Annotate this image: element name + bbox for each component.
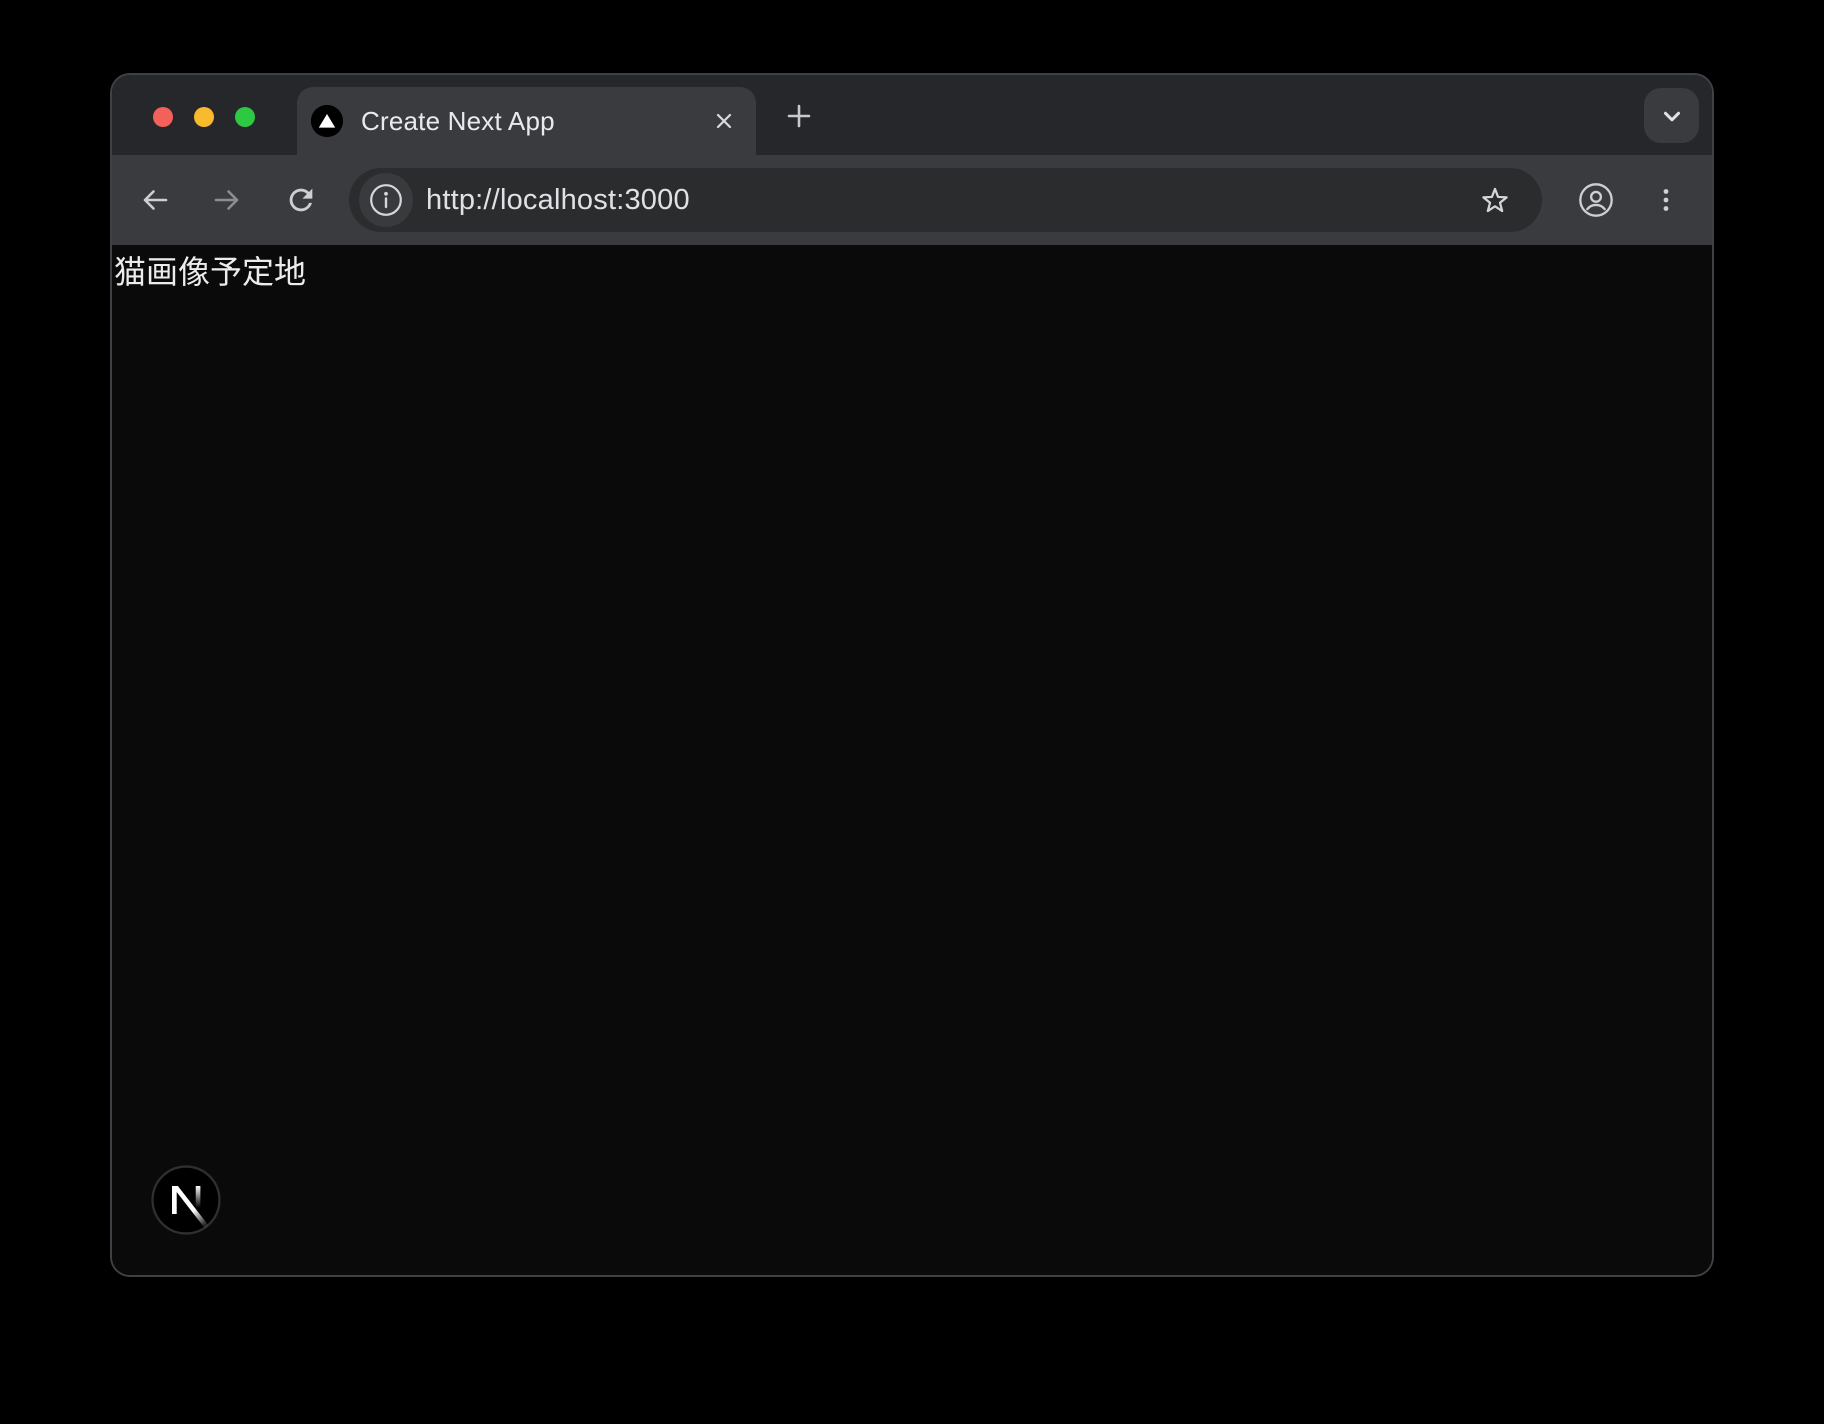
forward-arrow-icon — [210, 183, 244, 217]
url-text: http://localhost:3000 — [426, 168, 690, 232]
back-button[interactable] — [133, 178, 177, 222]
reload-icon — [284, 183, 318, 217]
new-tab-button[interactable] — [777, 94, 821, 138]
star-icon — [1477, 182, 1513, 218]
profile-button[interactable] — [1574, 178, 1618, 222]
browser-tab[interactable]: Create Next App — [297, 87, 756, 155]
browser-window: Create Next App — [112, 75, 1712, 1275]
forward-button[interactable] — [205, 178, 249, 222]
site-info-button[interactable] — [359, 173, 413, 227]
nextjs-logo-icon — [151, 1165, 221, 1235]
tab-title: Create Next App — [361, 106, 555, 137]
kebab-menu-icon — [1649, 183, 1683, 217]
info-icon — [369, 183, 403, 217]
page-content: 猫画像予定地 — [112, 245, 1712, 1275]
address-bar[interactable]: http://localhost:3000 — [349, 168, 1542, 232]
minimize-window-button[interactable] — [194, 107, 214, 127]
profile-icon — [1578, 182, 1614, 218]
bookmark-button[interactable] — [1473, 178, 1517, 222]
nextjs-devtools-button[interactable] — [151, 1165, 221, 1235]
close-icon — [713, 110, 735, 132]
back-arrow-icon — [138, 183, 172, 217]
reload-button[interactable] — [279, 178, 323, 222]
zoom-window-button[interactable] — [235, 107, 255, 127]
close-window-button[interactable] — [153, 107, 173, 127]
vercel-triangle-icon — [311, 105, 343, 137]
chevron-down-icon — [1659, 103, 1685, 129]
tab-list-button[interactable] — [1644, 88, 1699, 143]
browser-toolbar: http://localhost:3000 — [112, 155, 1712, 245]
window-controls — [153, 107, 255, 127]
tab-strip: Create Next App — [112, 75, 1712, 155]
tab-close-button[interactable] — [708, 105, 740, 137]
menu-button[interactable] — [1644, 178, 1688, 222]
plus-icon — [783, 100, 815, 132]
cat-image-placeholder-text: 猫画像予定地 — [112, 245, 1712, 291]
